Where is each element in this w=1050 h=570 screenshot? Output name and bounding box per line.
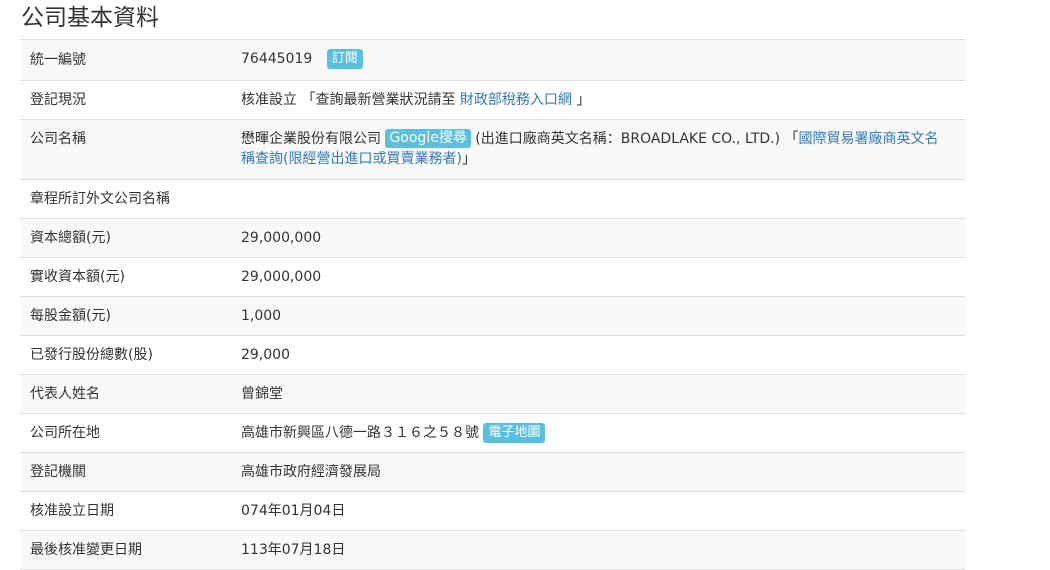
table-row: 登記現況 核准設立 「查詢最新營業狀況請至 財政部稅務入口網 」 — [20, 80, 965, 120]
representative-label: 代表人姓名 — [30, 386, 100, 402]
address-label: 公司所在地 — [30, 425, 100, 441]
quote-close: 」 — [461, 151, 476, 167]
paid-capital-label: 實收資本額(元) — [30, 269, 125, 285]
authority-label: 登記機關 — [30, 464, 86, 480]
authority-value: 高雄市政府經濟發展局 — [241, 464, 381, 480]
tax-portal-link[interactable]: 財政部稅務入口網 — [460, 92, 572, 108]
paid-capital-value: 29,000,000 — [241, 269, 322, 285]
reg-status-label: 登記現況 — [30, 92, 86, 108]
foreign-name-value — [241, 180, 950, 198]
table-row: 核准設立日期 074年01月04日 — [20, 491, 965, 531]
company-info-table: 統一編號 76445019 訂閱 登記現況 核准設立 「查詢最新營業狀況請至 財… — [20, 39, 965, 570]
total-capital-value: 29,000,000 — [241, 230, 322, 246]
par-value-value: 1,000 — [241, 308, 282, 324]
approval-date-label: 核准設立日期 — [30, 503, 114, 519]
table-row: 已發行股份總數(股) 29,000 — [20, 335, 965, 375]
reg-status-suffix: 」 — [576, 92, 591, 108]
google-search-button[interactable]: Google搜尋 — [385, 129, 471, 148]
total-capital-label: 資本總額(元) — [30, 230, 111, 246]
company-name-value: 懋暉企業股份有限公司 — [241, 131, 381, 147]
table-row: 公司名稱 懋暉企業股份有限公司 Google搜尋 (出進口廠商英文名稱：BROA… — [20, 119, 965, 180]
table-row: 最後核准變更日期 113年07月18日 — [20, 530, 965, 570]
quote-open: 「 — [784, 131, 799, 147]
par-value-label: 每股金額(元) — [30, 308, 111, 324]
table-row: 代表人姓名 曾錦堂 — [20, 374, 965, 414]
approval-date-value: 074年01月04日 — [241, 503, 346, 519]
table-row: 章程所訂外文公司名稱 — [20, 179, 965, 219]
table-row: 登記機關 高雄市政府經濟發展局 — [20, 452, 965, 492]
ubn-label: 統一編號 — [30, 52, 86, 68]
table-row: 公司所在地 高雄市新興區八德一路３１６之５８號 電子地圖 — [20, 413, 965, 453]
table-row: 每股金額(元) 1,000 — [20, 296, 965, 336]
map-button[interactable]: 電子地圖 — [483, 423, 546, 443]
subscribe-button[interactable]: 訂閱 — [326, 49, 363, 69]
page-title: 公司基本資料 — [21, 5, 159, 31]
reg-status-prefix: 「查詢最新營業狀況請至 — [301, 92, 456, 108]
table-row: 資本總額(元) 29,000,000 — [20, 218, 965, 258]
address-value: 高雄市新興區八德一路３１６之５８號 — [241, 425, 479, 441]
row-label: 統一編號 — [20, 39, 241, 81]
company-name-label: 公司名稱 — [30, 131, 86, 147]
table-row: 實收資本額(元) 29,000,000 — [20, 257, 965, 297]
ubn-value: 76445019 — [241, 51, 313, 67]
reg-status-value: 核准設立 — [241, 92, 297, 108]
shares-issued-label: 已發行股份總數(股) — [30, 347, 153, 363]
shares-issued-value: 29,000 — [241, 347, 290, 363]
foreign-name-label: 章程所訂外文公司名稱 — [30, 191, 170, 207]
last-change-date-label: 最後核准變更日期 — [30, 542, 142, 558]
table-row: 統一編號 76445019 訂閱 — [20, 39, 965, 81]
last-change-date-value: 113年07月18日 — [241, 542, 346, 558]
representative-value: 曾錦堂 — [241, 386, 283, 402]
english-name-text: (出進口廠商英文名稱：BROADLAKE CO., LTD.) — [475, 131, 781, 147]
row-value: 76445019 訂閱 — [241, 39, 965, 81]
